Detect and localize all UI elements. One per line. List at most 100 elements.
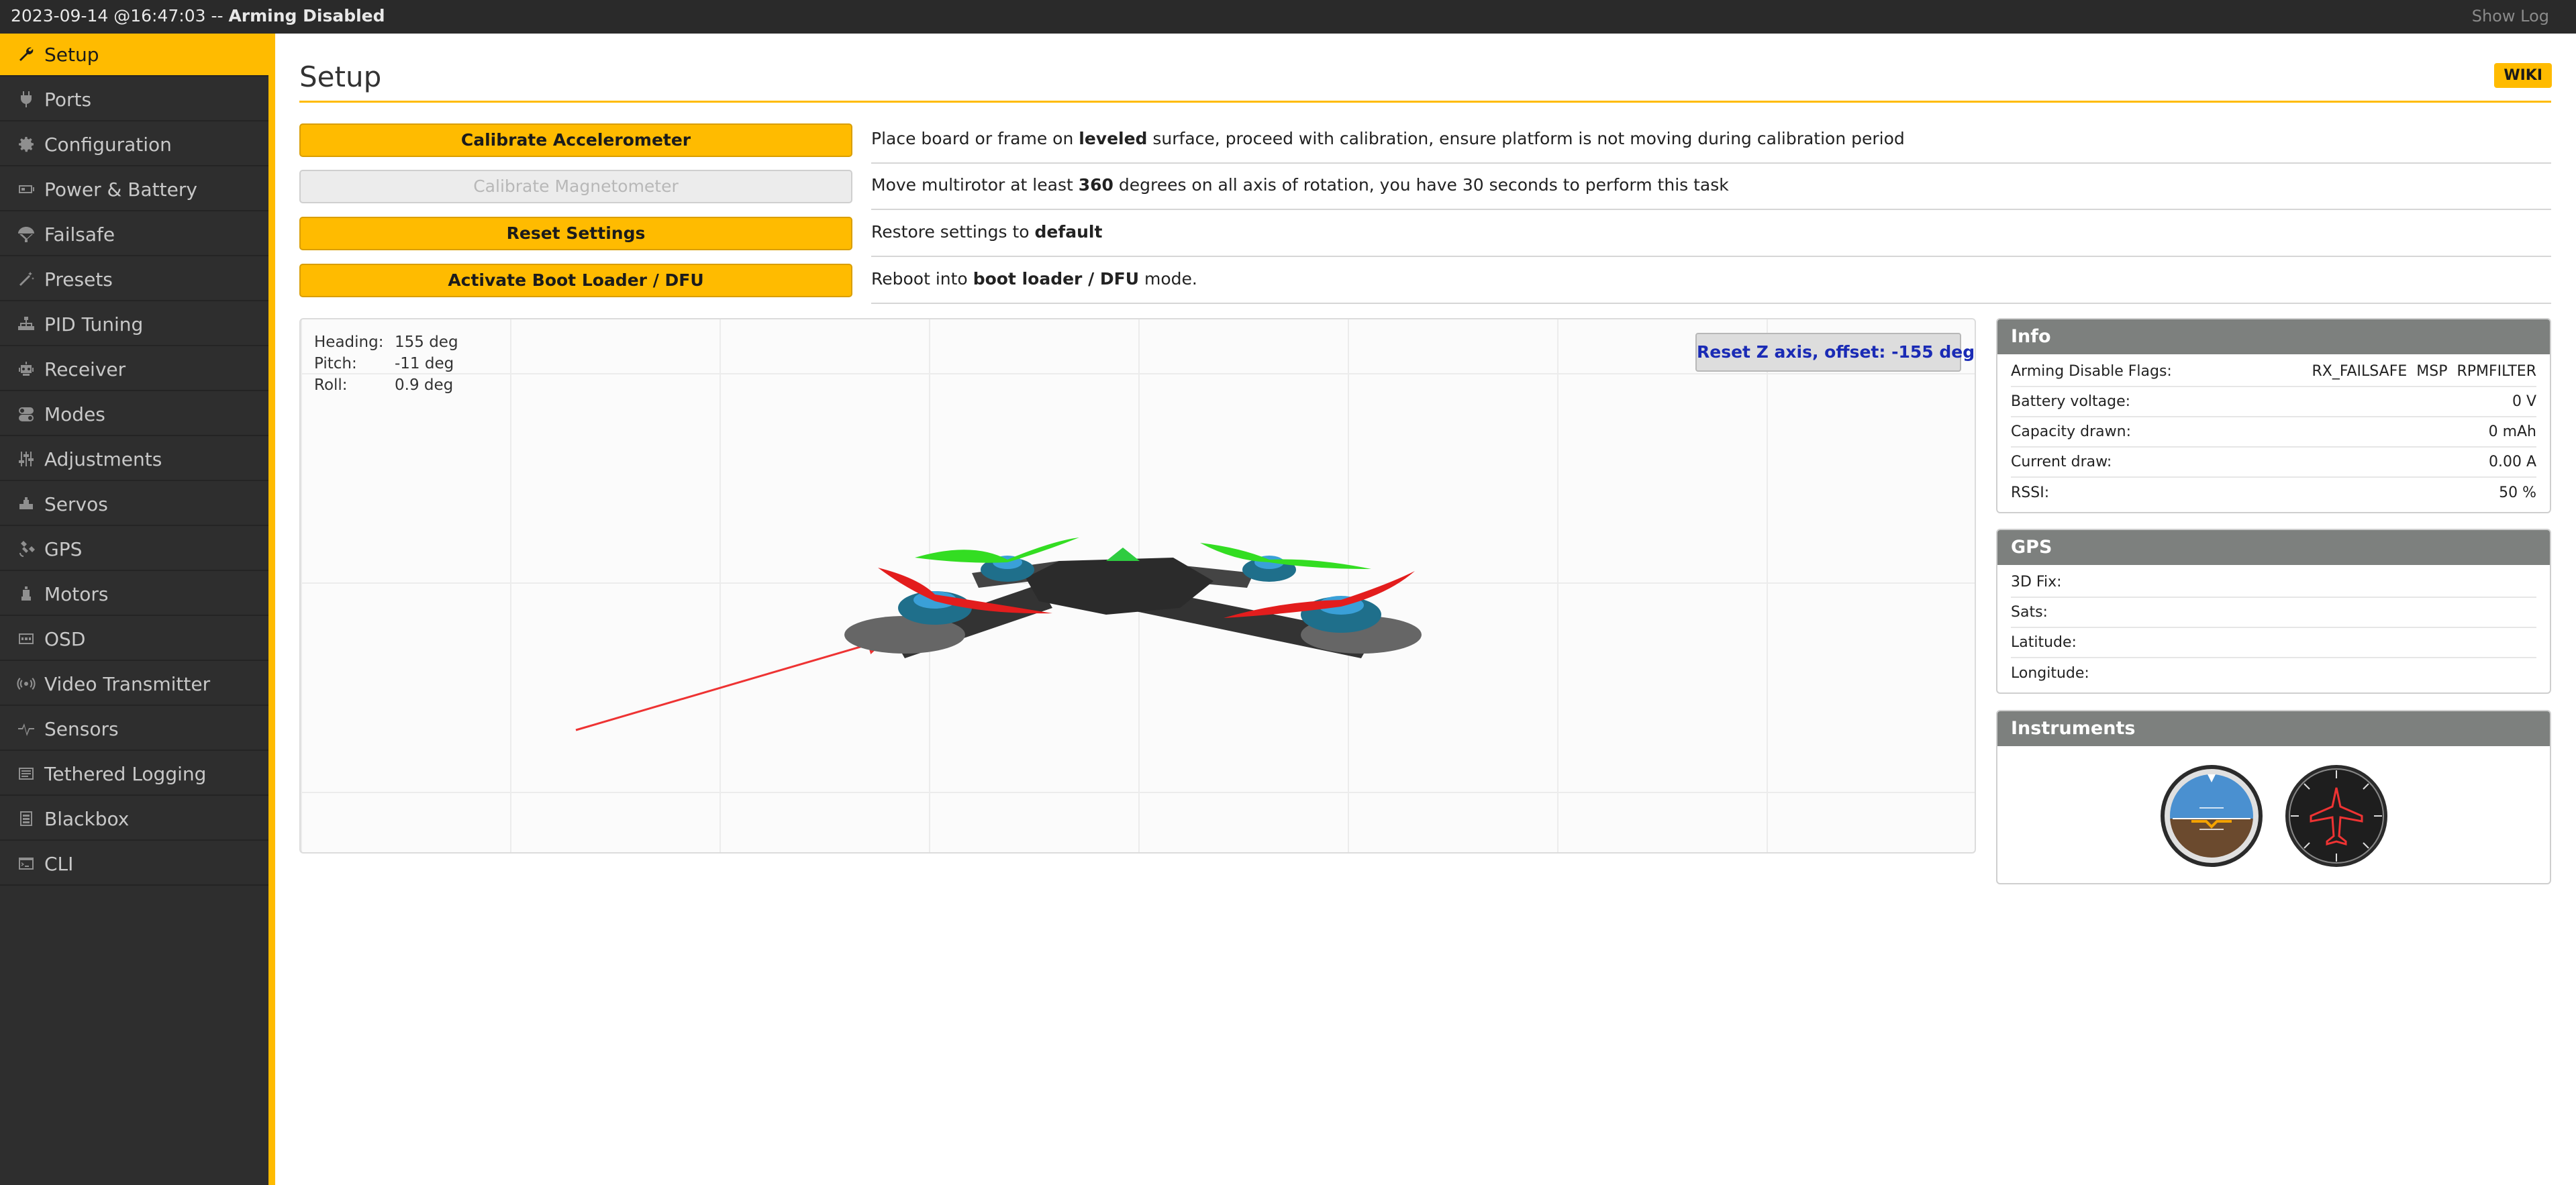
description-text: surface, proceed with calibration, ensur… <box>1147 129 1905 148</box>
plug-icon <box>16 89 36 109</box>
sidebar-item-label: CLI <box>44 852 74 875</box>
instruments-panel-title: Instruments <box>1997 711 2550 746</box>
action-description: Reboot into boot loader / DFU mode. <box>871 257 2551 304</box>
top-status-bar: 2023-09-14 @16:47:03 -- Arming Disabled … <box>0 0 2576 34</box>
connection-status: 2023-09-14 @16:47:03 -- Arming Disabled <box>11 0 385 32</box>
sidebar-item-failsafe[interactable]: Failsafe <box>0 213 268 256</box>
sidebar-accent-bar <box>268 34 275 1185</box>
sidebar-item-setup[interactable]: Setup <box>0 34 268 76</box>
description-text: boot loader / DFU <box>973 269 1140 289</box>
log-icon <box>16 764 36 784</box>
sidebar-item-label: Setup <box>44 43 99 66</box>
description-text: mode. <box>1139 269 1197 289</box>
pulse-icon <box>16 719 36 739</box>
info-row-label: Current draw: <box>2011 454 2112 470</box>
sidebar-item-label: Sensors <box>44 717 119 740</box>
attitude-indicator-icon <box>2160 765 2263 867</box>
gps-row: Latitude: <box>2011 628 2536 658</box>
info-row-value: 0 V <box>2512 393 2536 410</box>
sidebar-item-osd[interactable]: OSD <box>0 618 268 661</box>
description-text: Move multirotor at least <box>871 175 1079 195</box>
sidebar-item-label: PID Tuning <box>44 313 144 336</box>
title-divider <box>299 101 2551 103</box>
arming-state: Arming Disabled <box>228 6 385 25</box>
broadcast-icon <box>16 674 36 694</box>
sidebar-item-label: Presets <box>44 268 113 291</box>
status-datetime: 2023-09-14 @16:47:03 -- <box>11 6 229 25</box>
sidebar-item-label: OSD <box>44 627 86 650</box>
quadcopter-model <box>575 537 1422 731</box>
wrench-icon <box>16 44 36 64</box>
sidebar-item-receiver[interactable]: Receiver <box>0 348 268 391</box>
sliders-icon <box>16 449 36 469</box>
terminal-icon <box>16 854 36 874</box>
description-text: degrees on all axis of rotation, you hav… <box>1113 175 1729 195</box>
sidebar-item-label: GPS <box>44 537 83 560</box>
sidebar-item-label: Receiver <box>44 358 126 380</box>
sidebar-item-cli[interactable]: CLI <box>0 843 268 886</box>
sidebar-item-label: Modes <box>44 403 105 425</box>
magic-wand-icon <box>16 269 36 289</box>
orientation-arrow <box>575 635 887 731</box>
info-row: Capacity drawn: 0 mAh <box>2011 417 2536 448</box>
calibrate-accelerometer-button[interactable]: Calibrate Accelerometer <box>299 123 852 157</box>
wiki-button[interactable]: WIKI <box>2494 63 2552 88</box>
sidebar-item-label: Tethered Logging <box>44 762 207 785</box>
sidebar-item-servos[interactable]: Servos <box>0 483 268 526</box>
main-content: Setup WIKI Calibrate Accelerometer Place … <box>275 34 2576 1185</box>
sidebar-item-sensors[interactable]: Sensors <box>0 708 268 751</box>
sidebar-item-adjustments[interactable]: Adjustments <box>0 438 268 481</box>
sidebar-item-motors[interactable]: Motors <box>0 573 268 616</box>
info-row-value: 50 % <box>2499 484 2536 501</box>
page-title: Setup <box>299 60 382 93</box>
sidebar-item-label: Ports <box>44 88 92 111</box>
sidebar-item-blackbox[interactable]: Blackbox <box>0 798 268 841</box>
sidebar-item-configuration[interactable]: Configuration <box>0 123 268 166</box>
sidebar-item-presets[interactable]: Presets <box>0 258 268 301</box>
sidebar-item-label: Failsafe <box>44 223 115 246</box>
info-panel: Info Arming Disable Flags: RX_FAILSAFE MS… <box>1996 318 2551 513</box>
sidebar-item-pid-tuning[interactable]: PID Tuning <box>0 303 268 346</box>
show-log-button[interactable]: Show Log <box>2472 0 2549 32</box>
gps-row-label: Longitude: <box>2011 665 2089 682</box>
description-text: Place board or frame on <box>871 129 1079 148</box>
parachute-icon <box>16 224 36 244</box>
gps-row: Sats: <box>2011 598 2536 628</box>
gps-row: Longitude: <box>2011 658 2536 688</box>
reset-settings-button[interactable]: Reset Settings <box>299 217 852 250</box>
osd-icon <box>16 629 36 649</box>
sidebar-item-gps[interactable]: GPS <box>0 528 268 571</box>
sidebar-item-label: Servos <box>44 493 108 515</box>
servo-icon <box>16 494 36 514</box>
sidebar-item-label: Motors <box>44 582 109 605</box>
description-text: Restore settings to <box>871 222 1035 242</box>
gps-row-label: Sats: <box>2011 604 2048 621</box>
gear-icon <box>16 134 36 154</box>
info-row-value: RX_FAILSAFE MSP RPMFILTER <box>2312 363 2536 380</box>
sidebar-item-tethered-logging[interactable]: Tethered Logging <box>0 753 268 796</box>
sidebar-item-modes[interactable]: Modes <box>0 393 268 436</box>
info-row: RSSI: 50 % <box>2011 478 2536 508</box>
info-row-label: Arming Disable Flags: <box>2011 363 2172 380</box>
battery-icon <box>16 179 36 199</box>
sidebar: Setup Ports Configuration Power & Battery Fa… <box>0 34 275 1185</box>
calibrate-magnetometer-button: Calibrate Magnetometer <box>299 170 852 203</box>
sidebar-item-label: Video Transmitter <box>44 672 211 695</box>
gps-panel-title: GPS <box>1997 530 2550 565</box>
info-row-label: Battery voltage: <box>2011 393 2131 410</box>
sidebar-item-power-battery[interactable]: Power & Battery <box>0 168 268 211</box>
sidebar-item-video-transmitter[interactable]: Video Transmitter <box>0 663 268 706</box>
info-row-value: 0 mAh <box>2488 423 2536 440</box>
sidebar-item-label: Adjustments <box>44 448 162 470</box>
sitemap-icon <box>16 314 36 334</box>
action-description: Place board or frame on leveled surface,… <box>871 117 2551 164</box>
model-viewport[interactable]: Heading: 155 deg Pitch: -11 deg Roll: 0.9 d… <box>299 318 1976 854</box>
activate-bootloader-button[interactable]: Activate Boot Loader / DFU <box>299 264 852 297</box>
sidebar-item-label: Configuration <box>44 133 172 156</box>
instruments-panel: Instruments <box>1996 710 2551 884</box>
sidebar-item-ports[interactable]: Ports <box>0 79 268 121</box>
heading-indicator-icon <box>2285 765 2387 867</box>
description-text: Reboot into <box>871 269 973 289</box>
motor-icon <box>16 584 36 604</box>
action-description: Restore settings to default <box>871 210 2551 257</box>
